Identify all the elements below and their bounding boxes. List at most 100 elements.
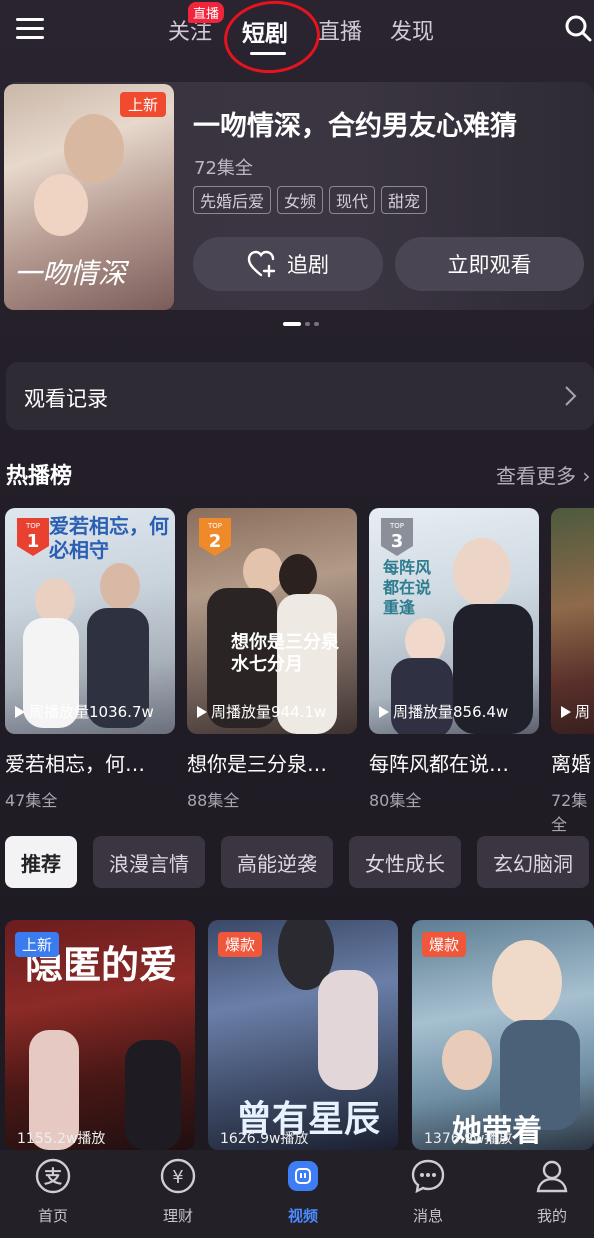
rec-plays: 1626.9w播放: [220, 1131, 309, 1147]
follow-drama-button[interactable]: 追剧: [193, 237, 383, 291]
rec-badge: 上新: [15, 932, 60, 957]
hot-poster-art: 想你是三分泉水七分月: [231, 632, 339, 675]
tab-live[interactable]: 直播: [318, 14, 362, 46]
hot-episodes: 80集全: [369, 791, 422, 810]
hot-plays: 周: [561, 701, 590, 722]
bottom-tab-label: 理财: [162, 1207, 193, 1225]
bottom-tab-label: 消息: [412, 1207, 443, 1225]
hot-episodes: 47集全: [5, 791, 58, 810]
rec-badge: 爆款: [218, 932, 263, 957]
chip-female-growth[interactable]: 女性成长: [349, 836, 461, 888]
chat-bubble-icon: [411, 1159, 445, 1194]
bottom-tab-finance[interactable]: ¥ 理财: [128, 1150, 228, 1238]
bottom-tab-messages[interactable]: 消息: [378, 1150, 478, 1238]
hot-name: 想你是三分泉…: [187, 752, 327, 776]
hot-card[interactable]: 想你是三分泉水七分月 TOP 2 周播放量944.1w 想你是三分泉… 88集全: [187, 508, 357, 811]
svg-text:TOP: TOP: [207, 522, 222, 530]
bottom-tab-bar: 支 首页 ¥ 理财 视频 消息 我的: [0, 1150, 594, 1238]
bottom-tab-me[interactable]: 我的: [502, 1150, 594, 1238]
tab-discover[interactable]: 发现: [390, 14, 434, 46]
yuan-icon: ¥: [160, 1158, 196, 1194]
svg-text:3: 3: [391, 531, 404, 552]
carousel-indicator: [283, 322, 319, 326]
svg-text:¥: ¥: [172, 1167, 183, 1188]
svg-text:2: 2: [209, 531, 222, 552]
chip-romance[interactable]: 浪漫言情: [93, 836, 205, 888]
svg-text:支: 支: [43, 1166, 63, 1188]
recommend-card[interactable]: 曾有星辰 爆款 1626.9w播放: [208, 920, 398, 1150]
follow-drama-label: 追剧: [287, 253, 329, 277]
tag: 女频: [277, 186, 324, 214]
rank-badge-icon: TOP 3: [381, 518, 413, 556]
hot-card[interactable]: 爱若相忘，何必相守 TOP 1 周播放量1036.7w 爱若相忘，何… 47集全: [5, 508, 175, 811]
watch-now-button[interactable]: 立即观看: [395, 237, 584, 291]
chevron-right-icon: [565, 386, 577, 406]
user-icon: [536, 1160, 568, 1193]
red-circle-annotation: [220, 0, 324, 78]
hot-list-title: 热播榜: [6, 464, 73, 489]
hot-poster: 想你是三分泉水七分月 TOP 2 周播放量944.1w: [187, 508, 357, 734]
hero-title: 一吻情深，合约男友心难猜: [193, 111, 517, 142]
svg-text:TOP: TOP: [389, 522, 404, 530]
hot-poster-art: 每阵风都在说重逢: [383, 558, 432, 617]
top-nav: 关注 直播 短剧 直播 发现: [0, 0, 594, 78]
app-screen: { "topnav": { "tabs": ["关注", "短剧", "直播",…: [0, 0, 594, 1238]
menu-icon[interactable]: [16, 18, 44, 40]
hot-name: 每阵风都在说…: [369, 752, 509, 776]
play-icon: [561, 705, 571, 718]
rec-plays: 1376.9w播放: [424, 1131, 513, 1147]
watch-history-row[interactable]: 观看记录: [6, 362, 594, 430]
hot-poster: 周: [551, 508, 594, 734]
play-icon: [15, 705, 25, 718]
recommend-card[interactable]: 隐匿的爱 上新 1155.2w播放: [5, 920, 195, 1150]
hero-poster[interactable]: 一吻情深 上新: [4, 84, 174, 310]
category-chips: 推荐 浪漫言情 高能逆袭 女性成长 玄幻脑洞: [5, 836, 589, 890]
bottom-tab-video[interactable]: 视频: [253, 1150, 353, 1238]
hot-episodes: 72集全: [551, 791, 588, 834]
hero-tags: 先婚后爱 女频 现代 甜宠: [193, 186, 428, 214]
hot-list-more-link[interactable]: 查看更多 ›: [496, 460, 590, 489]
new-badge: 上新: [120, 92, 167, 117]
play-icon: [197, 705, 207, 718]
watch-history-label: 观看记录: [24, 387, 108, 411]
hot-poster-art: 爱若相忘，何必相守: [49, 514, 169, 562]
carousel-dot: [314, 322, 319, 326]
hot-plays: 周播放量1036.7w: [15, 701, 154, 722]
chip-recommend[interactable]: 推荐: [5, 836, 77, 888]
rec-plays: 1155.2w播放: [17, 1131, 106, 1147]
recommend-card[interactable]: 她带着 爆款 1376.9w播放: [412, 920, 594, 1150]
svg-text:TOP: TOP: [25, 522, 40, 530]
svg-text:1: 1: [27, 531, 40, 552]
bottom-tab-label: 视频: [287, 1207, 318, 1225]
hot-name: 离婚: [551, 752, 591, 776]
hero-banner[interactable]: 一吻情深 上新 一吻情深，合约男友心难猜 72集全 先婚后爱 女频 现代 甜宠 …: [0, 82, 594, 326]
bottom-tab-label: 我的: [536, 1207, 567, 1225]
rec-badge: 爆款: [422, 932, 467, 957]
bottom-tab-home[interactable]: 支 首页: [3, 1150, 103, 1238]
carousel-dot: [283, 322, 301, 326]
tag: 甜宠: [381, 186, 428, 214]
tag: 先婚后爱: [193, 186, 272, 214]
play-icon: [379, 705, 389, 718]
hero-poster-art-title: 一吻情深: [14, 257, 127, 290]
live-badge: 直播: [188, 2, 225, 23]
rank-badge-icon: TOP 2: [199, 518, 231, 556]
hot-card-partial[interactable]: 周 离婚 72集全: [551, 508, 594, 835]
tag: 现代: [329, 186, 376, 214]
hero-episodes: 72集全: [194, 158, 253, 179]
search-icon[interactable]: [564, 14, 592, 42]
hot-episodes: 88集全: [187, 791, 240, 810]
chip-fantasy[interactable]: 玄幻脑洞: [477, 836, 589, 888]
hot-card[interactable]: 每阵风都在说重逢 TOP 3 周播放量856.4w 每阵风都在说… 80集全: [369, 508, 539, 811]
heart-plus-icon: [247, 250, 276, 278]
hot-plays: 周播放量944.1w: [197, 701, 326, 722]
hot-poster: 每阵风都在说重逢 TOP 3 周播放量856.4w: [369, 508, 539, 734]
hot-plays: 周播放量856.4w: [379, 701, 508, 722]
hot-poster: 爱若相忘，何必相守 TOP 1 周播放量1036.7w: [5, 508, 175, 734]
chip-comeback[interactable]: 高能逆袭: [221, 836, 333, 888]
hot-name: 爱若相忘，何…: [5, 752, 145, 776]
bottom-tab-label: 首页: [37, 1207, 68, 1225]
carousel-dot: [305, 322, 310, 326]
alipay-home-icon: 支: [35, 1158, 71, 1194]
video-icon: [288, 1161, 318, 1191]
